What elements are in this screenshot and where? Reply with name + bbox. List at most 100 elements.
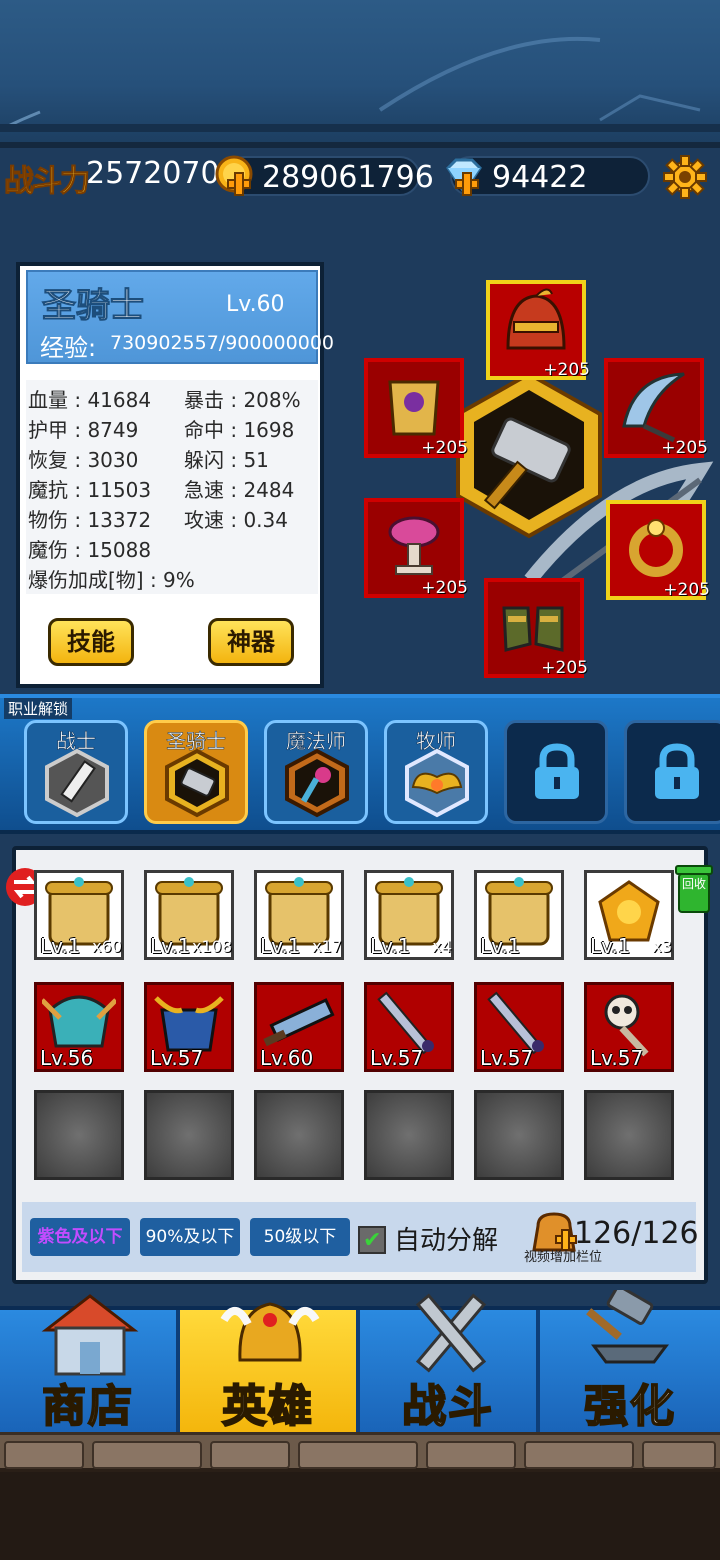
inventory-item[interactable]: Lv.57 (364, 982, 454, 1072)
class-locked-1[interactable] (504, 720, 608, 824)
ring-slot[interactable]: +205 (606, 500, 710, 600)
boots-slot[interactable]: +205 (484, 578, 588, 678)
nav-battle[interactable]: 战斗 (360, 1293, 540, 1433)
armor-bonus: +205 (421, 438, 468, 458)
empty-inventory-slot[interactable] (474, 1090, 564, 1180)
staff-emblem-icon (285, 748, 349, 818)
ring-icon (629, 519, 683, 577)
stat-crit: 暴击 : 208% (184, 388, 301, 412)
item-level: Lv.1 (260, 934, 301, 958)
inventory-item[interactable]: Lv.60 (254, 982, 344, 1072)
inventory-item[interactable]: Lv.1 x3 (584, 870, 674, 960)
anvil-hammer-icon (586, 1290, 669, 1364)
helmet-icon (506, 288, 566, 350)
inventory-item[interactable]: Lv.56 (34, 982, 124, 1072)
video-slot-hint[interactable]: 视频增加栏位 (524, 1246, 602, 1265)
auto-decompose-checkbox[interactable]: ✔ (358, 1226, 386, 1254)
empty-inventory-slot[interactable] (254, 1090, 344, 1180)
item-level: Lv.57 (150, 1046, 204, 1070)
recycle-label: 回收 (682, 877, 707, 891)
class-unlock-label: 职业解锁 (4, 698, 73, 719)
check-icon: ✔ (363, 1228, 382, 1253)
stat-armor: 护甲 : 8749 (28, 418, 139, 442)
helmet-slot[interactable]: +205 (486, 280, 590, 380)
armor-slot[interactable]: +205 (364, 358, 468, 458)
empty-inventory-slot[interactable] (144, 1090, 234, 1180)
hero-stats[interactable]: 血量 : 41684 暴击 : 208% 护甲 : 8749 命中 : 1698… (26, 380, 318, 594)
gold-counter[interactable]: 289061796 (215, 155, 434, 196)
nav-enhance-label: 强化 (583, 1380, 676, 1433)
class-priest[interactable]: 牧师 (384, 720, 488, 824)
shop-house-icon (41, 1294, 139, 1376)
class-locked-2[interactable] (624, 720, 720, 824)
empty-inventory-slot[interactable] (364, 1090, 454, 1180)
game-screen: { "resources": { "power_label": "战斗力", "… (0, 0, 720, 1560)
hero-level: Lv.60 (226, 292, 285, 317)
inventory-item[interactable]: Lv.1 x4 (364, 870, 454, 960)
ring-bonus: +205 (663, 580, 710, 600)
gem-value: 94422 (492, 160, 588, 195)
center-weapon (456, 371, 602, 539)
skills-button[interactable]: 技能 (48, 618, 134, 666)
stat-haste: 急速 : 2484 (184, 478, 295, 502)
hero-header: 圣骑士 Lv.60 经验: 730902557/900000000 (26, 270, 334, 364)
exp-value: 730902557/900000000 (110, 332, 334, 354)
inventory-item[interactable]: Lv.57 (474, 982, 564, 1072)
hero-name: 圣骑士 (42, 286, 145, 327)
boots-icon (502, 606, 564, 652)
decompose-filter-bar: 紫色及以下 90%及以下 50级以下 ✔ 自动分解 126/126 视频增加栏位 (22, 1202, 699, 1272)
gem-counter[interactable]: 94422 (446, 156, 650, 196)
inventory-item[interactable]: Lv.1 x60 (34, 870, 124, 960)
inventory-item[interactable]: Lv.57 (144, 982, 234, 1072)
recycle-button[interactable]: 回收 (672, 858, 716, 914)
empty-inventory-slot[interactable] (34, 1090, 124, 1180)
item-quantity: x17 (312, 937, 342, 956)
item-quantity: x4 (432, 937, 452, 956)
inventory-item[interactable]: Lv.57 (584, 982, 674, 1072)
nav-hero[interactable]: 英雄 (180, 1302, 360, 1433)
resource-bar: 战斗力 2572070 289061796 94422 (0, 150, 720, 202)
class-mage[interactable]: 魔法师 (264, 720, 368, 824)
weapon-slot[interactable]: +205 (604, 358, 708, 458)
gear-icon[interactable] (662, 154, 708, 200)
item-level: Lv.1 (370, 934, 411, 958)
class-warrior[interactable]: 战士 (24, 720, 128, 824)
nav-hero-label: 英雄 (221, 1380, 314, 1433)
item-level: Lv.57 (370, 1046, 424, 1070)
stat-magic-dmg: 魔伤 : 15088 (28, 538, 152, 562)
empty-inventory-slot[interactable] (584, 1090, 674, 1180)
filter-90-button[interactable]: 90%及以下 (140, 1218, 240, 1256)
filter-50-button[interactable]: 50级以下 (250, 1218, 350, 1256)
stat-regen: 恢复 : 3030 (28, 448, 139, 472)
auto-decompose-label: 自动分解 (394, 1226, 499, 1256)
nav-shop[interactable]: 商店 (0, 1294, 180, 1433)
item-level: Lv.1 (590, 934, 631, 958)
boots-bonus: +205 (541, 658, 588, 678)
trinket-slot[interactable]: +205 (364, 498, 468, 598)
lock-icon (535, 743, 579, 799)
artifact-button[interactable]: 神器 (208, 618, 294, 666)
item-quantity: x3 (652, 937, 672, 956)
gold-armor-icon (388, 380, 440, 436)
hero-helmet-icon (220, 1302, 320, 1362)
class-paladin[interactable]: 圣骑士 (144, 720, 248, 824)
gold-coin-plus-icon[interactable] (214, 154, 258, 198)
trinket-bonus: +205 (421, 578, 468, 598)
gold-value: 289061796 (262, 160, 434, 195)
nav-shop-label: 商店 (41, 1380, 134, 1433)
item-level: Lv.57 (480, 1046, 534, 1070)
nav-enhance[interactable]: 强化 (540, 1290, 720, 1433)
diamond-plus-icon[interactable] (442, 154, 486, 198)
item-level: Lv.1 (40, 934, 81, 958)
inventory-item[interactable]: Lv.1 (474, 870, 564, 960)
stat-hit: 命中 : 1698 (184, 418, 295, 442)
filter-purple-button[interactable]: 紫色及以下 (30, 1218, 130, 1256)
item-level: Lv.57 (590, 1046, 644, 1070)
hero-info-panel: 圣骑士 Lv.60 经验: 730902557/900000000 血量 : 4… (16, 262, 334, 688)
inventory-item[interactable]: Lv.1 x17 (254, 870, 344, 960)
inventory-item[interactable]: Lv.1 x108 (144, 870, 234, 960)
scythe-icon (622, 372, 685, 443)
stat-dodge: 躲闪 : 51 (184, 448, 269, 472)
lock-icon (655, 743, 699, 799)
item-level: Lv.60 (260, 1046, 314, 1070)
